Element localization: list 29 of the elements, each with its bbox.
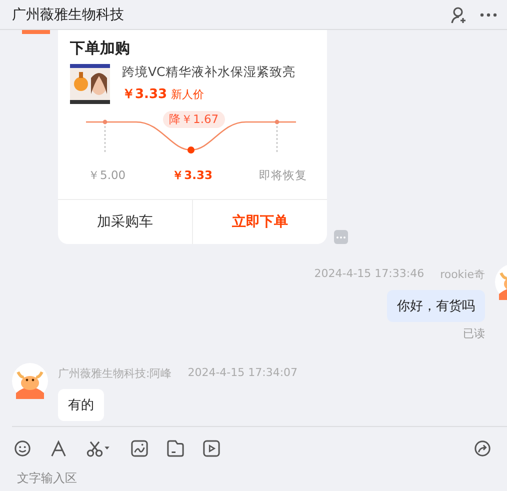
image-icon[interactable] <box>131 440 148 456</box>
add-to-cart-button[interactable]: 加采购车 <box>58 200 192 244</box>
more-icon[interactable] <box>480 12 497 16</box>
read-status: 已读 <box>463 326 485 341</box>
price-tag: 新人价 <box>171 87 204 102</box>
scissors-icon[interactable] <box>86 440 112 456</box>
video-icon[interactable] <box>203 440 220 456</box>
add-person-icon[interactable] <box>450 6 468 24</box>
message-bubble: 有的 <box>58 389 104 421</box>
sender-name: 广州薇雅生物科技:阿峰 <box>58 366 172 381</box>
price-label: 即将恢复 <box>258 168 307 183</box>
price-drop-badge: 降￥1.67 <box>163 111 225 128</box>
price-label: ￥3.33 <box>172 168 212 183</box>
product-price: ￥3.33 <box>122 86 168 103</box>
font-icon[interactable] <box>50 440 67 456</box>
message-input-placeholder[interactable]: 文字输入区 <box>0 469 507 485</box>
product-name: 跨境VC精华液补水保湿紧致亮 <box>122 64 296 81</box>
message-bubble: 你好，有货吗 <box>387 290 485 322</box>
price-label: ￥5.00 <box>88 168 126 183</box>
message-time: 2024-4-15 17:33:46 <box>314 267 424 282</box>
share-icon[interactable] <box>474 440 491 456</box>
sender-name: rookie奇 <box>440 267 485 282</box>
folder-icon[interactable] <box>167 440 184 456</box>
chat-title: 广州薇雅生物科技 <box>12 6 125 24</box>
avatar-icon <box>12 363 48 399</box>
emoji-icon[interactable] <box>14 440 31 456</box>
message-time: 2024-4-15 17:34:07 <box>188 366 298 381</box>
order-now-button[interactable]: 立即下单 <box>192 200 327 244</box>
card-title: 下单加购 <box>69 38 131 59</box>
